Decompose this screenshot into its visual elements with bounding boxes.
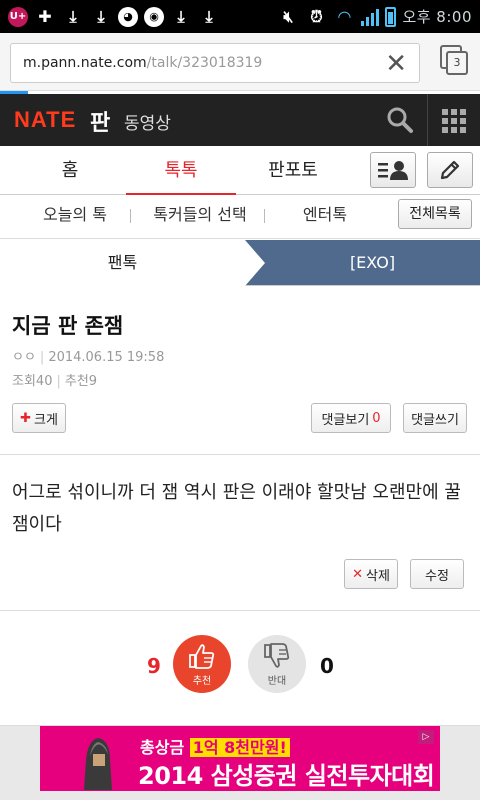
- wifi-icon: ◠: [338, 7, 351, 26]
- subtab-choice[interactable]: 톡커들의 선택: [140, 195, 260, 239]
- download-icon: ⤓: [69, 6, 77, 26]
- breadcrumb-exo[interactable]: [EXO]: [265, 240, 480, 286]
- url-host: m.pann.nate.com: [23, 55, 147, 71]
- ad-line1: 총상금 1억 8천만원!: [140, 734, 290, 758]
- post-author: ㅇㅇ: [12, 350, 36, 365]
- delete-label: 삭제: [365, 568, 390, 584]
- breadcrumb-arrow: [245, 240, 265, 286]
- breadcrumb-fantalk[interactable]: 팬톡: [0, 240, 245, 286]
- ad-prize-amount: 1억 8천만원!: [189, 738, 290, 757]
- upvote-count: 9: [147, 654, 161, 678]
- clear-url-icon[interactable]: ✕: [385, 50, 407, 78]
- my-profile-button[interactable]: [370, 152, 416, 188]
- thumbs-down-icon: [264, 642, 290, 668]
- pencil-icon: [440, 160, 460, 180]
- subtab-entertainment[interactable]: 엔터톡: [285, 195, 365, 239]
- meta-divider: |: [39, 350, 45, 365]
- breadcrumb: 팬톡 [EXO]: [0, 240, 480, 286]
- oppose-label: 반대: [267, 675, 287, 687]
- subtab-divider: [130, 209, 131, 223]
- tab-talk[interactable]: 톡톡: [126, 146, 236, 196]
- disc-icon: ◉: [144, 6, 164, 27]
- post-stats: 조회40 | 추천9: [12, 370, 97, 389]
- video-link[interactable]: 동영상: [124, 109, 171, 134]
- bigger-text-button[interactable]: ✚ 크게: [12, 403, 66, 433]
- ad-prize-prefix: 총상금: [140, 738, 185, 757]
- header-divider: [427, 94, 428, 146]
- pann-logo[interactable]: 판: [90, 105, 110, 137]
- recommend-count: 9: [88, 374, 98, 389]
- download-icon: ⤓: [205, 6, 213, 26]
- view-comments-label: 댓글보기: [321, 412, 370, 428]
- ad-line2: 2014 삼성증권 실전투자대회: [138, 762, 435, 790]
- write-comment-button[interactable]: 댓글쓰기: [403, 403, 467, 433]
- view-comments-button[interactable]: 댓글보기 0: [311, 403, 391, 433]
- bigger-label: 크게: [33, 412, 58, 428]
- nate-logo[interactable]: NATE: [14, 107, 76, 133]
- recommend-label: 추천: [64, 374, 89, 389]
- edit-button[interactable]: 수정: [410, 559, 464, 589]
- subtab-divider: [264, 209, 265, 223]
- delete-icon: ✕: [352, 566, 363, 582]
- post-date: 2014.06.15 19:58: [48, 350, 165, 365]
- subtab-today[interactable]: 오늘의 톡: [20, 195, 130, 239]
- downvote-count: 0: [320, 654, 334, 678]
- views-label: 조회: [12, 374, 36, 389]
- delete-button[interactable]: ✕ 삭제: [344, 559, 398, 589]
- divider: [0, 610, 480, 611]
- post-body: 어그로 섞이니까 더 잼 역시 판은 이래야 할맛남 오랜만에 꿀잼이다: [12, 482, 461, 535]
- ad-banner[interactable]: 총상금 1억 8천만원! 2014 삼성증권 실전투자대회 ▷: [40, 726, 440, 791]
- post-title: 지금 판 존잼: [12, 314, 124, 338]
- warrior-figure-icon: [84, 738, 112, 790]
- user-list-icon: [378, 161, 408, 180]
- recommend-button[interactable]: 추천: [173, 635, 231, 693]
- main-tabs: 홈 톡톡 판포토: [0, 146, 480, 196]
- uplus-icon: U+: [8, 6, 28, 27]
- tab-photo[interactable]: 판포토: [238, 146, 348, 195]
- thumbs-up-icon: [189, 643, 215, 669]
- address-field[interactable]: m.pann.nate.com/talk/323018319 ✕: [10, 43, 420, 83]
- all-list-button[interactable]: 전체목록: [398, 199, 472, 229]
- url-path: /talk/323018319: [146, 55, 263, 71]
- mute-icon: 🔇︎: [283, 6, 294, 26]
- ad-banner-area: 총상금 1억 8천만원! 2014 삼성증권 실전투자대회 ▷: [0, 725, 480, 800]
- write-button[interactable]: [427, 152, 473, 188]
- battery-icon: [385, 6, 397, 27]
- notification-icons: U+ ✚ ⤓ ⤓ ◕ ◉ ⤓ ⤓: [0, 6, 220, 28]
- download-icon: ⤓: [177, 6, 185, 26]
- add-icon: ✚: [38, 7, 52, 26]
- plus-icon: ✚: [20, 410, 31, 426]
- oppose-button[interactable]: 반대: [248, 635, 306, 693]
- download-icon: ⤓: [97, 6, 105, 26]
- status-time: 오후 8:00: [402, 8, 472, 26]
- ad-info-icon[interactable]: ▷: [418, 730, 434, 744]
- views-count: 40: [35, 374, 53, 389]
- system-icons: 🔇︎ ⏰︎ ◠ 오후 8:00: [277, 0, 472, 33]
- comment-count: 0: [372, 410, 381, 426]
- search-icon[interactable]: [384, 104, 416, 136]
- divider: [0, 454, 480, 455]
- browser-url-bar: m.pann.nate.com/talk/323018319 ✕ 3: [0, 33, 480, 91]
- tabs-button[interactable]: 3: [440, 45, 468, 75]
- tab-home[interactable]: 홈: [15, 146, 125, 195]
- site-header: NATE 판 동영상: [0, 94, 480, 146]
- signal-icon: [361, 8, 380, 26]
- alarm-icon: ⏰︎: [310, 6, 323, 26]
- hello-kitty-icon: ◕: [118, 6, 138, 27]
- tab-count: 3: [446, 51, 468, 75]
- status-bar: U+ ✚ ⤓ ⤓ ◕ ◉ ⤓ ⤓ 🔇︎ ⏰︎ ◠ 오후 8:00: [0, 0, 480, 33]
- meta-divider: |: [56, 374, 61, 389]
- post-author-date: ㅇㅇ | 2014.06.15 19:58: [12, 346, 164, 365]
- grid-menu-icon[interactable]: [442, 109, 466, 133]
- sub-tabs: 오늘의 톡 톡커들의 선택 엔터톡 전체목록: [0, 195, 480, 239]
- recommend-label: 추천: [192, 675, 212, 687]
